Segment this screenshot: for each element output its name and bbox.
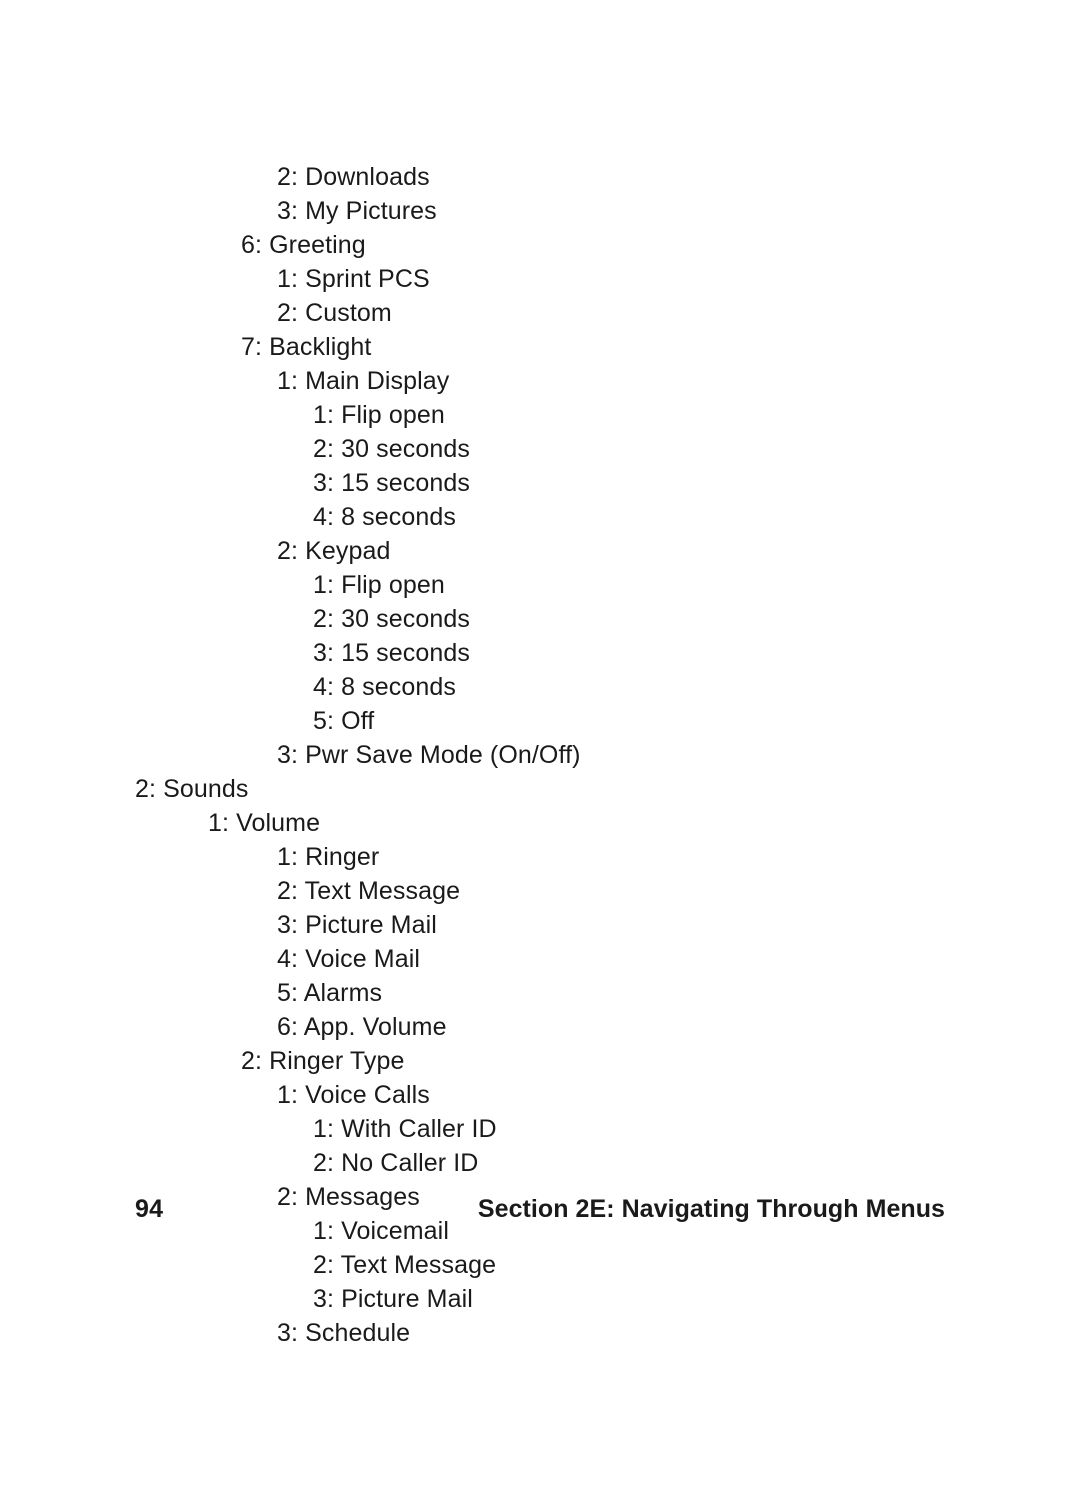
menu-line: 2: Ringer Type xyxy=(135,1044,945,1078)
page-footer: 94 Section 2E: Navigating Through Menus xyxy=(135,1195,945,1224)
menu-line: 2: 30 seconds xyxy=(135,602,945,636)
menu-line: 2: Text Message xyxy=(135,874,945,908)
menu-line: 3: 15 seconds xyxy=(135,636,945,670)
menu-line: 5: Off xyxy=(135,704,945,738)
menu-line: 5: Alarms xyxy=(135,976,945,1010)
menu-line: 1: Flip open xyxy=(135,398,945,432)
menu-line: 1: Flip open xyxy=(135,568,945,602)
menu-line: 2: Sounds xyxy=(135,772,945,806)
menu-line: 3: Picture Mail xyxy=(135,908,945,942)
menu-line: 3: Pwr Save Mode (On/Off) xyxy=(135,738,945,772)
menu-line: 3: Picture Mail xyxy=(135,1282,945,1316)
menu-line: 2: No Caller ID xyxy=(135,1146,945,1180)
menu-line: 4: 8 seconds xyxy=(135,670,945,704)
menu-line: 2: Custom xyxy=(135,296,945,330)
menu-line: 2: Keypad xyxy=(135,534,945,568)
menu-line: 2: Text Message xyxy=(135,1248,945,1282)
menu-line: 3: Schedule xyxy=(135,1316,945,1350)
menu-line: 1: Voice Calls xyxy=(135,1078,945,1112)
menu-line: 1: Sprint PCS xyxy=(135,262,945,296)
menu-line: 4: Voice Mail xyxy=(135,942,945,976)
menu-line: 1: With Caller ID xyxy=(135,1112,945,1146)
menu-line: 4: 8 seconds xyxy=(135,500,945,534)
menu-line: 1: Main Display xyxy=(135,364,945,398)
menu-line: 2: 30 seconds xyxy=(135,432,945,466)
menu-line: 2: Downloads xyxy=(135,160,945,194)
menu-line: 1: Volume xyxy=(135,806,945,840)
menu-list-body: 2: Downloads3: My Pictures6: Greeting1: … xyxy=(135,160,945,1350)
menu-line: 6: App. Volume xyxy=(135,1010,945,1044)
menu-line: 3: My Pictures xyxy=(135,194,945,228)
menu-line: 6: Greeting xyxy=(135,228,945,262)
menu-line: 7: Backlight xyxy=(135,330,945,364)
section-title: Section 2E: Navigating Through Menus xyxy=(405,1195,945,1224)
menu-line: 1: Ringer xyxy=(135,840,945,874)
menu-line: 3: 15 seconds xyxy=(135,466,945,500)
page-number: 94 xyxy=(135,1195,405,1224)
